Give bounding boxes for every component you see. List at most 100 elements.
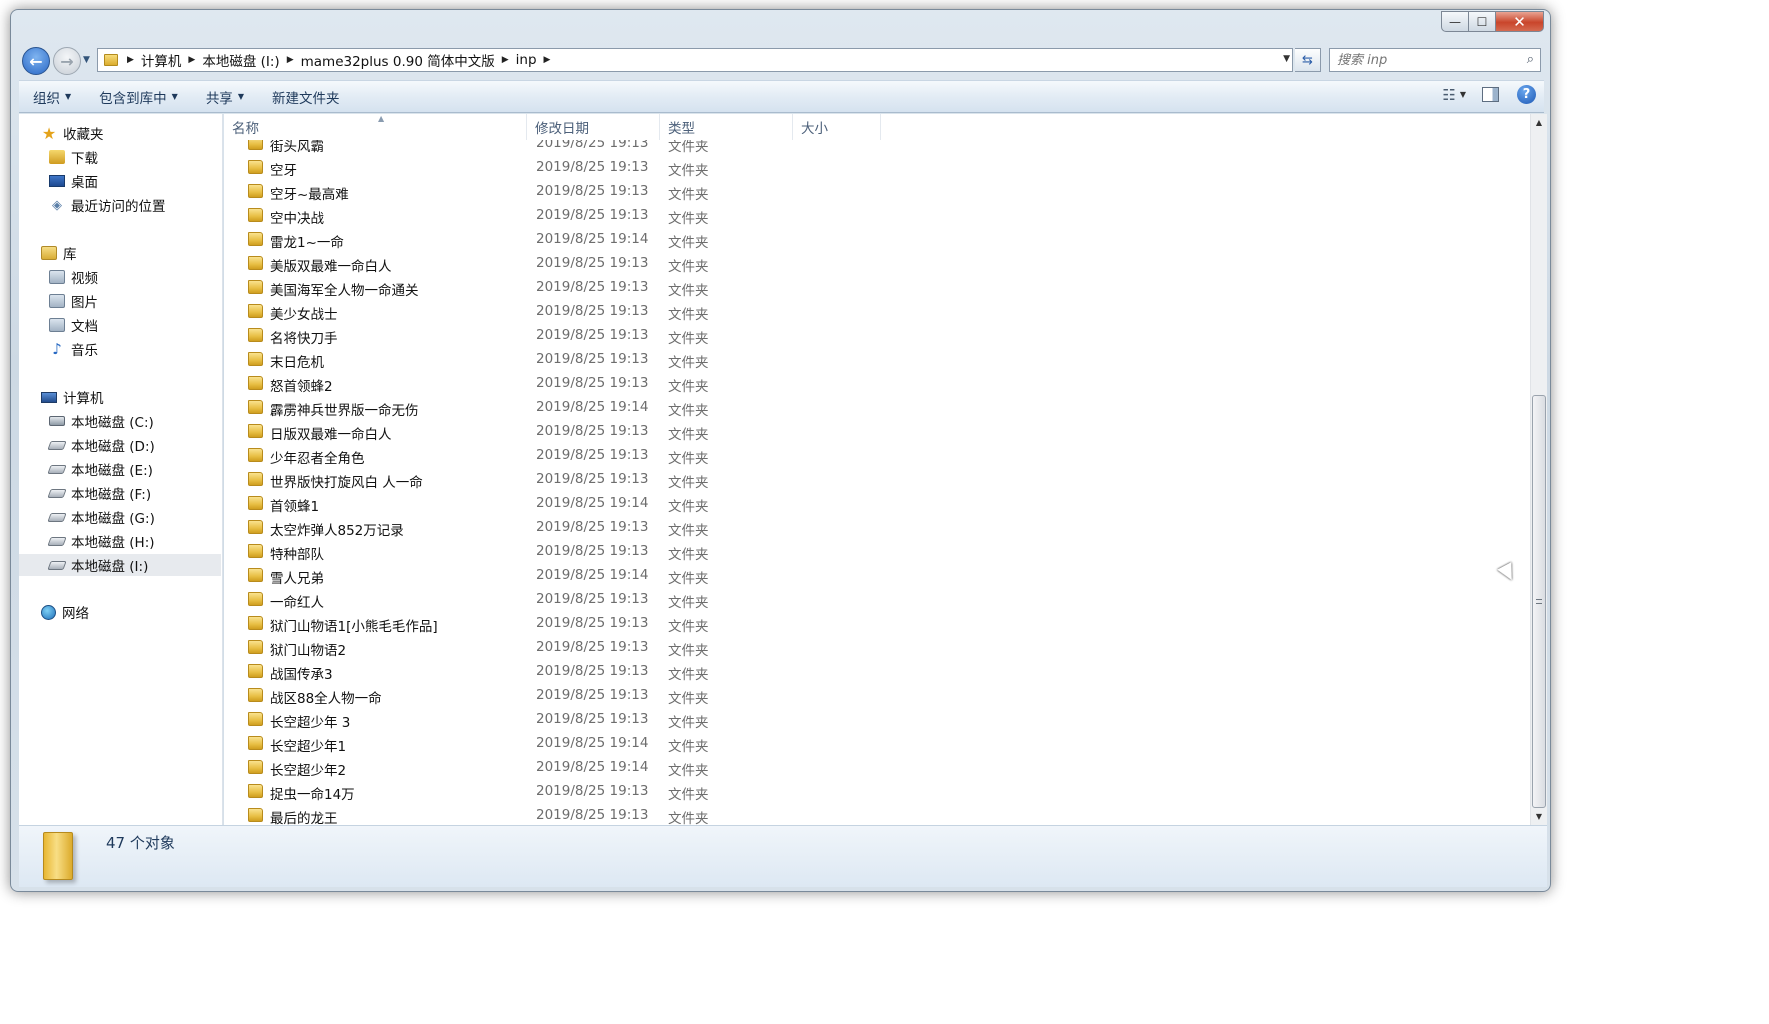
- sidebar-item-drive-h[interactable]: 本地磁盘 (H:): [47, 530, 155, 552]
- table-row[interactable]: 首领蜂1 2019/8/25 19:14 文件夹: [224, 491, 904, 515]
- sidebar-item-drive-e[interactable]: 本地磁盘 (E:): [47, 458, 153, 480]
- table-row[interactable]: 日版双最难一命白人 2019/8/25 19:13 文件夹: [224, 419, 904, 443]
- folder-icon: [248, 328, 263, 342]
- breadcrumb-drive-i[interactable]: 本地磁盘 (I:): [198, 50, 283, 70]
- include-label: 包含到库中: [99, 90, 167, 107]
- sidebar-item-recent[interactable]: ◈ 最近访问的位置: [49, 194, 166, 216]
- table-row[interactable]: 战区88全人物一命 2019/8/25 19:13 文件夹: [224, 683, 904, 707]
- chevron-right-icon[interactable]: ▶: [499, 55, 512, 65]
- folder-icon: [248, 616, 263, 630]
- table-row[interactable]: 长空超少年 3 2019/8/25 19:13 文件夹: [224, 707, 904, 731]
- recent-pages-dropdown-icon[interactable]: ▼: [83, 55, 90, 65]
- help-icon[interactable]: ?: [1517, 85, 1536, 104]
- file-name: 战国传承3: [270, 667, 333, 683]
- breadcrumb-inp[interactable]: inp: [512, 52, 541, 68]
- chevron-right-icon[interactable]: ▶: [284, 55, 297, 65]
- search-box[interactable]: ⌕: [1329, 48, 1541, 72]
- close-button[interactable]: ✕: [1496, 11, 1544, 32]
- table-row[interactable]: 狱门山物语2 2019/8/25 19:13 文件夹: [224, 635, 904, 659]
- view-options-icon[interactable]: ☷: [1438, 86, 1459, 104]
- table-row[interactable]: 美国海军全人物一命通关 2019/8/25 19:13 文件夹: [224, 275, 904, 299]
- chevron-right-icon[interactable]: ▶: [541, 55, 554, 65]
- forward-button[interactable]: →: [53, 47, 81, 75]
- table-row[interactable]: 一命红人 2019/8/25 19:13 文件夹: [224, 587, 904, 611]
- table-row[interactable]: 世界版快打旋风白 人一命 2019/8/25 19:13 文件夹: [224, 467, 904, 491]
- organize-button[interactable]: 组织 ▼: [19, 84, 85, 110]
- title-bar[interactable]: — ☐ ✕: [11, 10, 1550, 44]
- scroll-up-icon[interactable]: ▲: [1531, 114, 1547, 131]
- file-date: 2019/8/25 19:14: [536, 735, 649, 751]
- address-dropdown-icon[interactable]: ▼: [1283, 54, 1290, 64]
- chevron-right-icon[interactable]: ▶: [124, 55, 137, 65]
- table-row[interactable]: 捉虫一命14万 2019/8/25 19:13 文件夹: [224, 779, 904, 803]
- preview-pane-icon[interactable]: [1482, 87, 1499, 102]
- sidebar-item-libraries[interactable]: 库: [41, 242, 77, 264]
- table-row[interactable]: 狱门山物语1[小熊毛毛作品] 2019/8/25 19:13 文件夹: [224, 611, 904, 635]
- table-row[interactable]: 美版双最难一命白人 2019/8/25 19:13 文件夹: [224, 251, 904, 275]
- file-type: 文件夹: [668, 163, 709, 179]
- table-row[interactable]: 空中决战 2019/8/25 19:13 文件夹: [224, 203, 904, 227]
- sidebar-item-drive-d[interactable]: 本地磁盘 (D:): [47, 434, 155, 456]
- table-row[interactable]: 战国传承3 2019/8/25 19:13 文件夹: [224, 659, 904, 683]
- scroll-down-icon[interactable]: ▼: [1531, 808, 1547, 825]
- file-date: 2019/8/25 19:13: [536, 711, 649, 727]
- table-row[interactable]: 长空超少年1 2019/8/25 19:14 文件夹: [224, 731, 904, 755]
- table-row[interactable]: 特种部队 2019/8/25 19:13 文件夹: [224, 539, 904, 563]
- sidebar-item-videos[interactable]: 视频: [49, 266, 98, 288]
- sidebar-item-drive-i[interactable]: 本地磁盘 (I:): [19, 554, 221, 576]
- column-size[interactable]: 大小: [793, 114, 881, 140]
- sidebar-item-desktop[interactable]: 桌面: [49, 170, 98, 192]
- table-row[interactable]: 雪人兄弟 2019/8/25 19:14 文件夹: [224, 563, 904, 587]
- sidebar-item-favorites[interactable]: ★ 收藏夹: [41, 122, 104, 144]
- search-input[interactable]: [1330, 49, 1510, 72]
- sidebar-item-computer[interactable]: 计算机: [41, 386, 104, 408]
- column-type[interactable]: 类型: [660, 114, 793, 140]
- hard-drive-icon: [47, 560, 67, 570]
- table-row[interactable]: 空牙 2019/8/25 19:13 文件夹: [224, 155, 904, 179]
- maximize-button[interactable]: ☐: [1469, 11, 1496, 32]
- table-row[interactable]: 最后的龙王 2019/8/25 19:13 文件夹: [224, 803, 904, 825]
- refresh-button[interactable]: ⇆: [1295, 48, 1321, 72]
- file-date: 2019/8/25 19:13: [536, 327, 649, 343]
- sidebar-item-network[interactable]: 网络: [41, 601, 89, 623]
- table-row[interactable]: 美少女战士 2019/8/25 19:13 文件夹: [224, 299, 904, 323]
- file-name: 战区88全人物一命: [270, 691, 382, 707]
- back-button[interactable]: ←: [22, 47, 50, 75]
- minimize-button[interactable]: —: [1441, 11, 1469, 32]
- search-icon[interactable]: ⌕: [1527, 52, 1534, 67]
- table-row[interactable]: 名将快刀手 2019/8/25 19:13 文件夹: [224, 323, 904, 347]
- picture-library-icon: [49, 294, 65, 308]
- chevron-down-icon[interactable]: ▼: [1460, 90, 1466, 99]
- table-row[interactable]: 雷龙1~一命 2019/8/25 19:14 文件夹: [224, 227, 904, 251]
- sidebar-item-pictures[interactable]: 图片: [49, 290, 98, 312]
- breadcrumb-computer[interactable]: 计算机: [137, 50, 186, 70]
- chevron-right-icon[interactable]: ▶: [185, 55, 198, 65]
- hard-drive-icon: [47, 512, 67, 522]
- table-row[interactable]: 空牙~最高难 2019/8/25 19:13 文件夹: [224, 179, 904, 203]
- address-bar[interactable]: ▶ 计算机 ▶ 本地磁盘 (I:) ▶ mame32plus 0.90 简体中文…: [97, 48, 1293, 72]
- include-in-library-button[interactable]: 包含到库中 ▼: [85, 84, 192, 110]
- new-folder-button[interactable]: 新建文件夹: [258, 84, 354, 110]
- table-row[interactable]: 少年忍者全角色 2019/8/25 19:13 文件夹: [224, 443, 904, 467]
- table-row[interactable]: 怒首领蜂2 2019/8/25 19:13 文件夹: [224, 371, 904, 395]
- sidebar-item-drive-c[interactable]: 本地磁盘 (C:): [49, 410, 154, 432]
- sidebar-item-documents[interactable]: 文档: [49, 314, 98, 336]
- file-name: 狱门山物语1[小熊毛毛作品]: [270, 619, 438, 635]
- column-name[interactable]: 名称: [224, 114, 527, 140]
- table-row[interactable]: 末日危机 2019/8/25 19:13 文件夹: [224, 347, 904, 371]
- table-row[interactable]: 长空超少年2 2019/8/25 19:14 文件夹: [224, 755, 904, 779]
- sidebar-item-music[interactable]: ♪ 音乐: [49, 338, 98, 360]
- column-date[interactable]: 修改日期: [527, 114, 660, 140]
- file-name: 少年忍者全角色: [270, 451, 365, 467]
- share-button[interactable]: 共享 ▼: [192, 84, 258, 110]
- vertical-scrollbar[interactable]: ▲ ▼: [1530, 114, 1547, 825]
- scrollbar-thumb[interactable]: [1532, 395, 1546, 808]
- breadcrumb-mame-folder[interactable]: mame32plus 0.90 简体中文版: [297, 50, 499, 70]
- table-row[interactable]: 太空炸弹人852万记录 2019/8/25 19:13 文件夹: [224, 515, 904, 539]
- file-name: 美少女战士: [270, 307, 338, 323]
- sidebar-item-drive-f[interactable]: 本地磁盘 (F:): [47, 482, 151, 504]
- file-type: 文件夹: [668, 259, 709, 275]
- sidebar-item-drive-g[interactable]: 本地磁盘 (G:): [47, 506, 155, 528]
- sidebar-item-downloads[interactable]: 下载: [49, 146, 98, 168]
- table-row[interactable]: 霹雳神兵世界版一命无伤 2019/8/25 19:14 文件夹: [224, 395, 904, 419]
